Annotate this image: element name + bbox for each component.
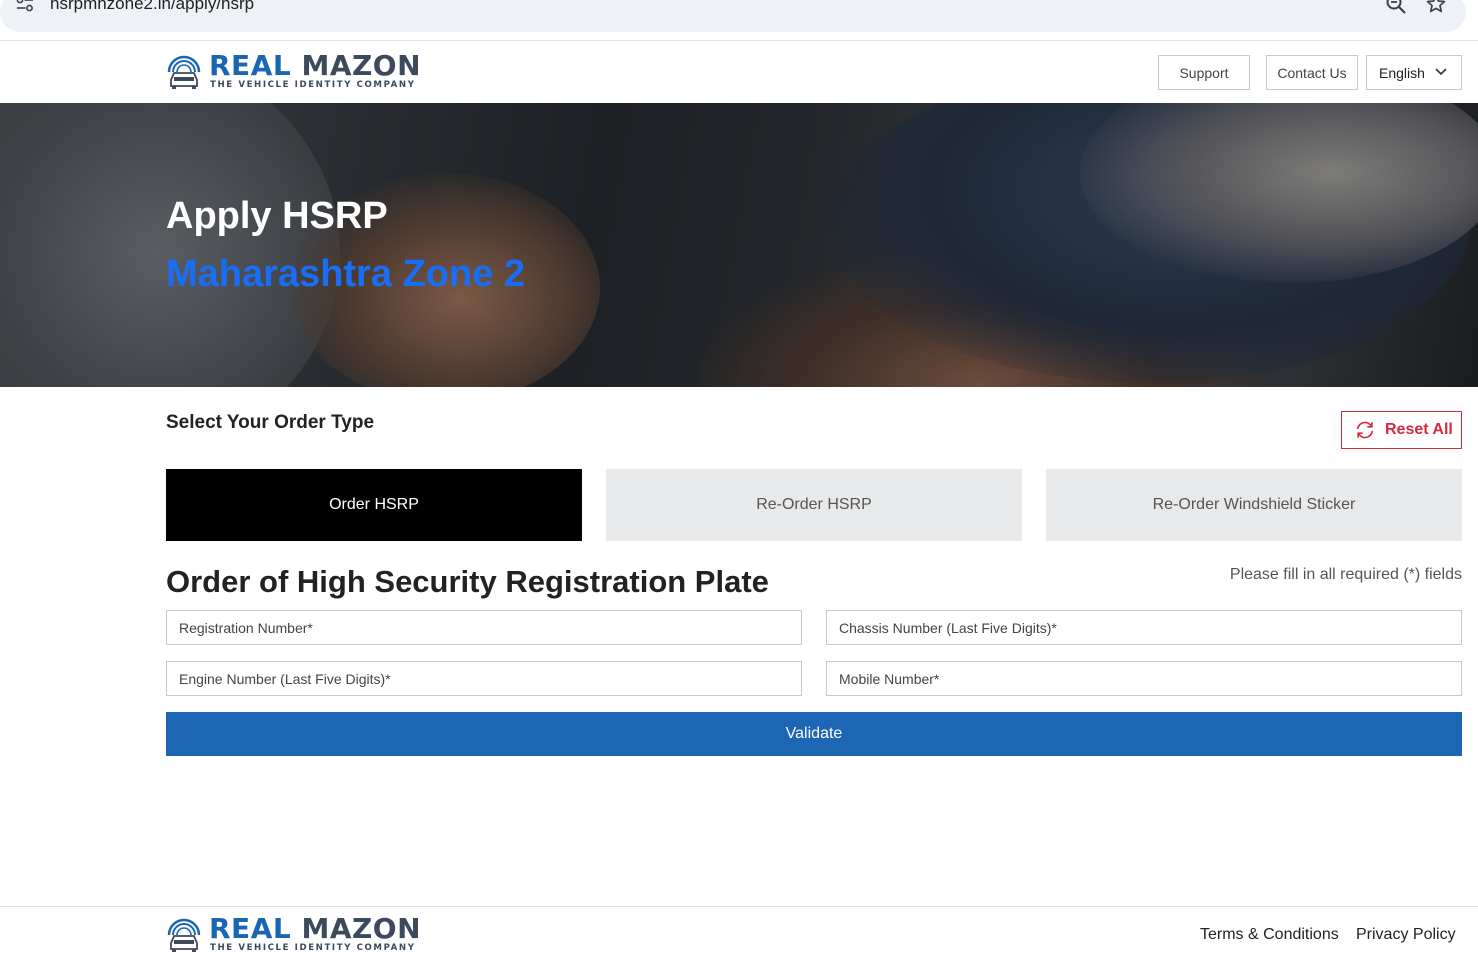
required-fields-note: Please fill in all required (*) fields xyxy=(1229,566,1462,583)
support-button[interactable]: Support xyxy=(1158,55,1250,90)
validate-button[interactable]: Validate xyxy=(166,712,1462,756)
footer-logo-wordmark: REAL MAZON xyxy=(209,912,422,945)
car-logo-icon xyxy=(167,918,201,952)
language-selected: English xyxy=(1379,64,1425,81)
terms-conditions-link[interactable]: Terms & Conditions xyxy=(1200,926,1339,944)
hero-background-image xyxy=(0,103,340,387)
url-text[interactable]: hsrpmhzone2.in/apply/hsrp xyxy=(50,0,254,14)
chevron-down-icon xyxy=(1435,68,1447,76)
site-header: REAL MAZON THE VEHICLE IDENTITY COMPANY … xyxy=(0,42,1478,103)
hero-banner: Apply HSRP Maharashtra Zone 2 xyxy=(0,103,1478,387)
hero-title: Apply HSRP xyxy=(166,195,388,237)
reset-all-label: Reset All xyxy=(1385,421,1453,438)
tab-order-hsrp[interactable]: Order HSRP xyxy=(166,469,582,541)
tab-reorder-windshield-sticker[interactable]: Re-Order Windshield Sticker xyxy=(1046,469,1462,541)
zoom-icon[interactable] xyxy=(1385,0,1407,15)
car-logo-icon xyxy=(167,55,201,89)
registration-number-input[interactable] xyxy=(166,610,802,645)
site-footer: REAL MAZON THE VEHICLE IDENTITY COMPANY … xyxy=(0,906,1478,959)
footer-logo-tagline: THE VEHICLE IDENTITY COMPANY xyxy=(210,943,416,953)
brand-logo[interactable]: REAL MAZON THE VEHICLE IDENTITY COMPANY xyxy=(166,49,421,92)
language-select[interactable]: English xyxy=(1366,55,1462,90)
engine-number-input[interactable] xyxy=(166,661,802,696)
mobile-number-input[interactable] xyxy=(826,661,1462,696)
hero-subtitle: Maharashtra Zone 2 xyxy=(166,253,525,295)
form-title: Order of High Security Registration Plat… xyxy=(166,564,769,599)
footer-brand-logo[interactable]: REAL MAZON THE VEHICLE IDENTITY COMPANY xyxy=(166,912,421,955)
tune-icon[interactable] xyxy=(16,0,34,12)
address-field[interactable]: hsrpmhzone2.in/apply/hsrp xyxy=(0,0,1466,32)
tab-reorder-hsrp[interactable]: Re-Order HSRP xyxy=(606,469,1022,541)
star-icon[interactable] xyxy=(1425,0,1447,15)
order-type-label: Select Your Order Type xyxy=(166,412,375,433)
refresh-icon xyxy=(1356,421,1374,439)
reset-all-button[interactable]: Reset All xyxy=(1341,411,1462,449)
browser-url-bar: hsrpmhzone2.in/apply/hsrp xyxy=(0,0,1478,41)
logo-tagline: THE VEHICLE IDENTITY COMPANY xyxy=(210,80,416,90)
privacy-policy-link[interactable]: Privacy Policy xyxy=(1356,926,1456,944)
contact-us-button[interactable]: Contact Us xyxy=(1266,55,1358,90)
chassis-number-input[interactable] xyxy=(826,610,1462,645)
logo-wordmark: REAL MAZON xyxy=(209,49,422,82)
